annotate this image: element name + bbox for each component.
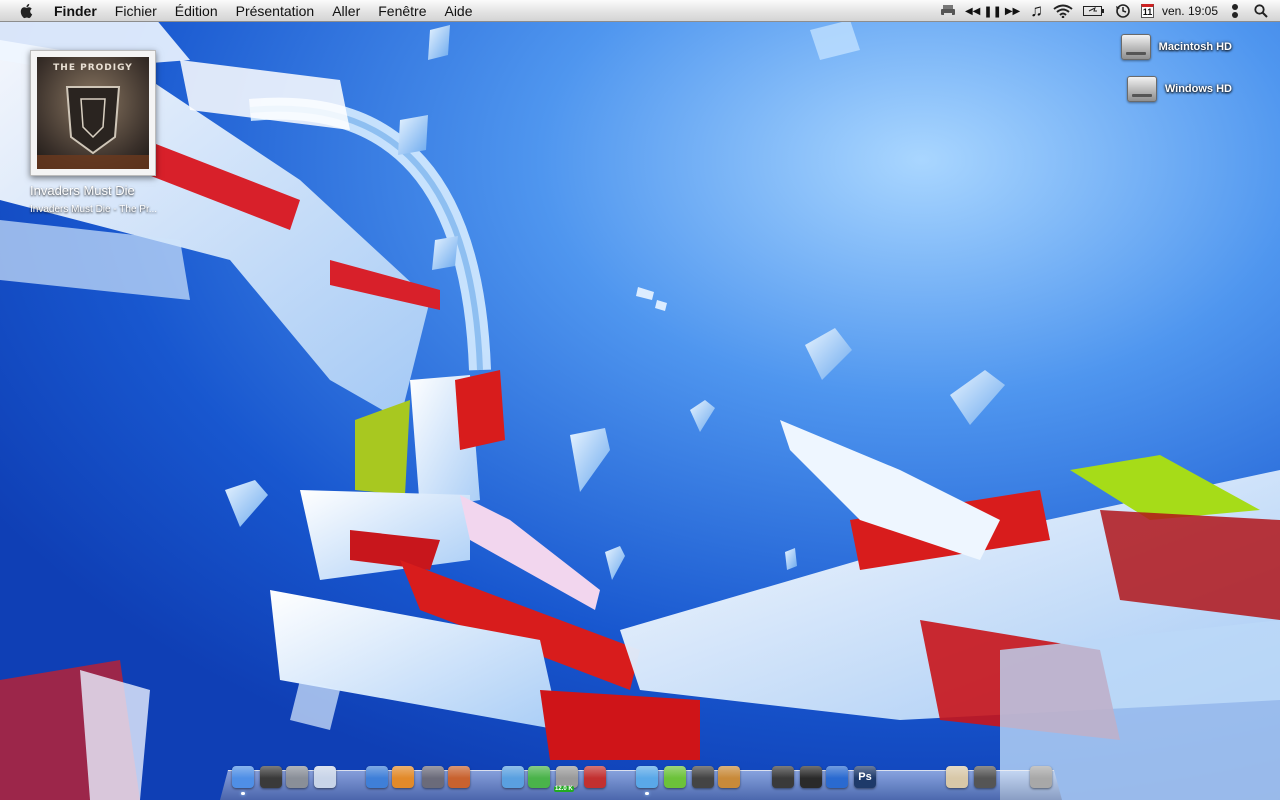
garageband-icon[interactable] — [772, 766, 794, 788]
headphones-icon[interactable] — [800, 766, 822, 788]
spotify-icon[interactable] — [664, 766, 686, 788]
album-art: THE PRODIGY — [37, 57, 149, 169]
script-editor-icon[interactable] — [422, 766, 444, 788]
running-indicator — [241, 792, 245, 795]
menu-presentation[interactable]: Présentation — [227, 0, 324, 22]
powerpoint-icon[interactable] — [392, 766, 414, 788]
user-switch-icon[interactable] — [1226, 0, 1244, 22]
itunes-controls: ◀◀ ❚❚ ▶▶ — [960, 0, 1025, 22]
itunes-icon[interactable] — [636, 766, 658, 788]
calendar-icon[interactable]: 11 — [1136, 0, 1159, 22]
album-title: Invaders Must Die — [30, 183, 135, 198]
photoshop-label: Ps — [858, 771, 872, 783]
menu-app-finder[interactable]: Finder — [52, 0, 106, 22]
drive-windows-hd[interactable]: Windows HD — [1126, 76, 1232, 102]
apple-menu-icon[interactable] — [16, 2, 38, 20]
photoshop-icon[interactable]: Ps — [854, 766, 876, 788]
next-track-icon[interactable]: ▶▶ — [1005, 6, 1020, 17]
dock: 12.0 K Ps — [220, 764, 1062, 800]
drive-label: Macintosh HD — [1158, 41, 1232, 53]
iphoto-icon[interactable] — [718, 766, 740, 788]
clock[interactable]: ven. 19:05 — [1159, 0, 1226, 22]
preview-icon[interactable] — [314, 766, 336, 788]
clapboard-icon[interactable] — [826, 766, 848, 788]
time-machine-icon[interactable] — [1110, 0, 1136, 22]
download-speed-badge: 12.0 K — [554, 786, 574, 792]
spotlight-search-icon[interactable] — [1244, 0, 1280, 22]
printer-icon[interactable] — [936, 0, 960, 22]
menu-aide[interactable]: Aide — [435, 0, 481, 22]
imovie-icon[interactable] — [692, 766, 714, 788]
now-playing-widget[interactable]: THE PRODIGY Invaders Must Die Invaders M… — [30, 50, 230, 215]
finder-icon[interactable] — [232, 766, 254, 788]
pause-icon[interactable]: ❚❚ — [983, 5, 1001, 18]
safari-icon[interactable] — [502, 766, 524, 788]
menu-bar: Finder Fichier Édition Présentation Alle… — [0, 0, 1280, 22]
menu-fichier[interactable]: Fichier — [106, 0, 166, 22]
messenger-icon[interactable] — [528, 766, 550, 788]
desktop: Finder Fichier Édition Présentation Alle… — [0, 0, 1280, 800]
wifi-icon[interactable] — [1048, 0, 1078, 22]
music-note-icon[interactable]: ♫ — [1025, 0, 1048, 22]
battery-icon[interactable] — [1078, 0, 1110, 22]
drive-label: Windows HD — [1164, 83, 1232, 95]
previous-track-icon[interactable]: ◀◀ — [965, 6, 980, 17]
activity-monitor-icon[interactable] — [260, 766, 282, 788]
system-preferences-icon[interactable] — [286, 766, 308, 788]
hard-drive-icon — [1126, 76, 1157, 102]
keynote-icon[interactable] — [448, 766, 470, 788]
hard-drive-icon — [1120, 34, 1151, 60]
track-info: Invaders Must Die - The Pr... — [30, 204, 158, 215]
album-cover[interactable]: THE PRODIGY — [30, 50, 156, 176]
menu-aller[interactable]: Aller — [323, 0, 369, 22]
status-menus: ◀◀ ❚❚ ▶▶ ♫ 11 ven. 19:05 — [936, 0, 1280, 22]
menu-fenetre[interactable]: Fenêtre — [369, 0, 435, 22]
drive-macintosh-hd[interactable]: Macintosh HD — [1120, 34, 1232, 60]
menu-edition[interactable]: Édition — [166, 0, 227, 22]
game-controller-icon[interactable] — [974, 766, 996, 788]
dock-icons: 12.0 K Ps — [220, 764, 1062, 795]
download-speed-icon[interactable]: 12.0 K — [554, 766, 578, 792]
home-folder-icon[interactable] — [946, 766, 968, 788]
running-indicator — [645, 792, 649, 795]
dictionary-icon[interactable] — [584, 766, 606, 788]
calendar-day: 11 — [1140, 4, 1154, 18]
word-icon[interactable] — [366, 766, 388, 788]
trash-icon[interactable] — [1030, 766, 1052, 788]
